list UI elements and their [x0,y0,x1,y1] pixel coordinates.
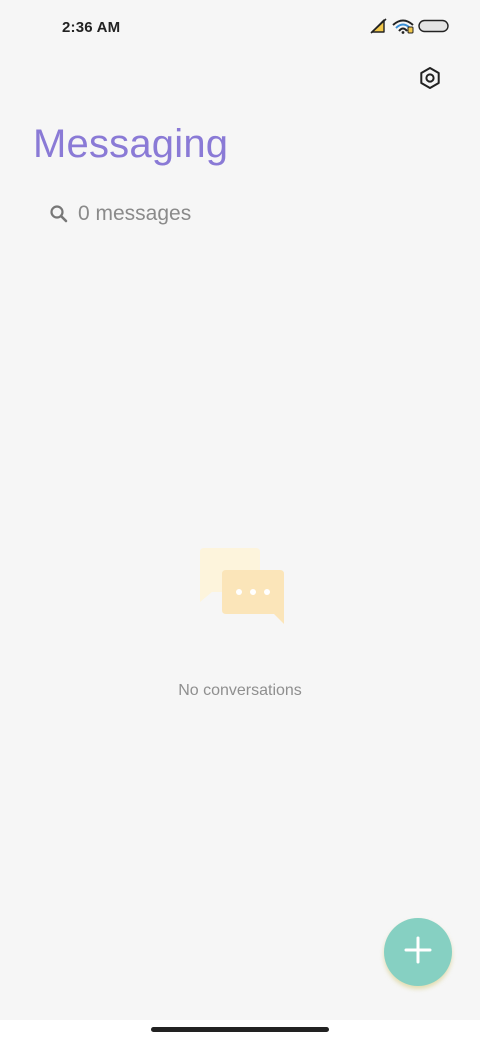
chat-bubbles-icon [194,544,286,628]
status-time: 2:36 AM [62,19,121,36]
plus-icon [403,935,433,970]
status-bar: 2:36 AM [0,0,480,56]
status-icons [370,18,450,34]
wifi-icon [392,18,414,34]
page-title: Messaging [33,122,229,166]
new-conversation-button[interactable] [384,918,452,986]
search-icon [48,203,70,225]
search-bar[interactable] [48,198,428,230]
search-input[interactable] [78,202,398,226]
empty-state-text: No conversations [178,682,302,699]
navigation-bar [0,1020,480,1040]
battery-icon [418,19,450,33]
home-indicator[interactable] [151,1027,329,1032]
no-sim-icon [370,18,388,34]
settings-icon [418,66,442,95]
settings-button[interactable] [414,64,446,96]
